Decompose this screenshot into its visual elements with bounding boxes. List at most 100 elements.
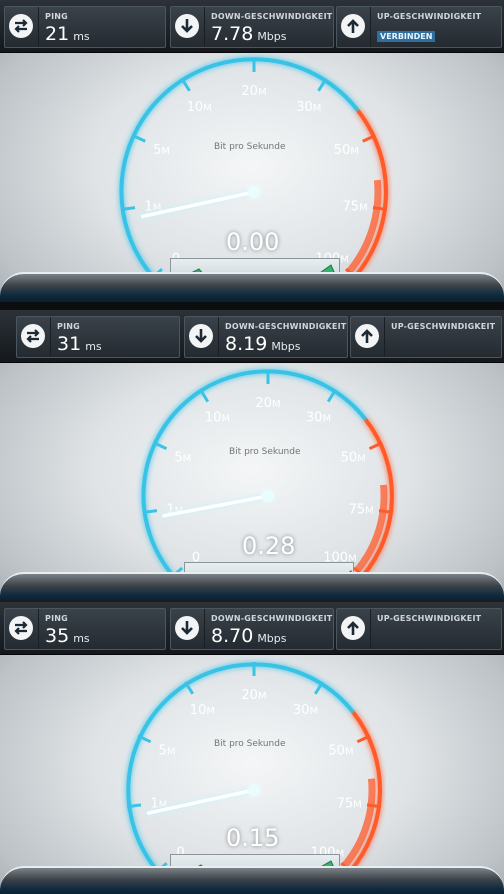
upload-arrow-icon <box>341 616 365 640</box>
ping-unit: ms <box>73 30 90 43</box>
separator <box>370 7 371 47</box>
upload-box: UP-GESCHWINDIGKEIT VERBINDEN <box>336 6 502 48</box>
gauge-subtitle: Bit pro Sekunde <box>214 142 286 152</box>
gauge-tick <box>378 509 394 514</box>
separator <box>218 317 219 357</box>
separator <box>204 609 205 649</box>
ping-value: 35 ms <box>45 625 90 647</box>
ping-value: 21 ms <box>45 23 90 45</box>
ping-box: PING 21 ms <box>4 6 166 48</box>
gauge-arc-band <box>354 484 388 573</box>
speedtest-panel: PING 35 ms DOWN-GESCHWINDIGKEIT 8.70 Mbps … <box>0 602 504 894</box>
gauge-scale-label: 50M <box>341 450 366 465</box>
download-unit: Mbps <box>271 340 301 353</box>
download-arrow-icon <box>189 324 213 348</box>
download-box: DOWN-GESCHWINDIGKEIT 8.19 Mbps <box>184 316 348 358</box>
gauge-base <box>0 572 504 600</box>
gauge-scale-label: 20M <box>255 396 280 411</box>
separator <box>384 317 385 357</box>
gauge-tick <box>366 803 382 809</box>
upload-label: UP-GESCHWINDIGKEIT <box>377 12 482 21</box>
gauge-scale-label: 30M <box>296 100 321 115</box>
download-arrow-icon <box>175 14 199 38</box>
download-label: DOWN-GESCHWINDIGKEIT <box>225 322 347 331</box>
gauge-tick <box>126 803 142 809</box>
speedtest-panel: PING 21 ms DOWN-GESCHWINDIGKEIT 7.78 Mbps … <box>0 0 504 302</box>
ping-label: PING <box>45 12 68 21</box>
speed-reading: 0.15 <box>226 824 280 852</box>
upload-arrow-icon <box>341 14 365 38</box>
speedtest-panel: PING 31 ms DOWN-GESCHWINDIGKEIT 8.19 Mbps … <box>0 310 504 600</box>
gauge-scale-label: 50M <box>328 743 353 758</box>
separator <box>204 7 205 47</box>
ping-arrows-icon <box>21 324 45 348</box>
ping-number: 35 <box>45 625 70 647</box>
gauge-tick <box>199 388 210 403</box>
download-number: 8.70 <box>211 625 254 647</box>
download-box: DOWN-GESCHWINDIGKEIT 7.78 Mbps <box>170 6 334 48</box>
download-value: 7.78 Mbps <box>211 23 287 45</box>
upload-label: UP-GESCHWINDIGKEIT <box>391 322 496 331</box>
connect-button[interactable]: VERBINDEN <box>377 31 436 42</box>
gauge-scale-label: 5M <box>153 143 170 158</box>
ping-unit: ms <box>85 340 102 353</box>
ping-value: 31 ms <box>57 333 102 355</box>
gauge-scale-label: 10M <box>187 100 212 115</box>
download-label: DOWN-GESCHWINDIGKEIT <box>211 12 333 21</box>
gauge-scale-label: 10M <box>190 703 215 718</box>
gauge-tick <box>142 509 158 514</box>
download-value: 8.19 Mbps <box>225 333 301 355</box>
download-value: 8.70 Mbps <box>211 625 287 647</box>
gauge-scale-label: 30M <box>306 411 331 426</box>
gauge-base <box>0 866 504 894</box>
upload-box: UP-GESCHWINDIGKEIT <box>336 608 502 650</box>
download-number: 7.78 <box>211 23 254 45</box>
gauge-scale-label: 5M <box>174 450 191 465</box>
gauge-arc-band <box>346 179 382 274</box>
stats-bar: PING 35 ms DOWN-GESCHWINDIGKEIT 8.70 Mbps … <box>0 602 504 655</box>
download-label: DOWN-GESCHWINDIGKEIT <box>211 614 333 623</box>
gauge-tick <box>120 206 136 211</box>
separator <box>38 7 39 47</box>
download-unit: Mbps <box>257 632 287 645</box>
download-number: 8.19 <box>225 333 268 355</box>
download-unit: Mbps <box>257 30 287 43</box>
gauge-hub <box>262 490 274 502</box>
gauge-scale-label: 75M <box>337 797 362 812</box>
ping-box: PING 31 ms <box>16 316 180 358</box>
ping-number: 21 <box>45 23 70 45</box>
speed-reading: 0.28 <box>242 532 296 560</box>
download-box: DOWN-GESCHWINDIGKEIT 8.70 Mbps <box>170 608 334 650</box>
gauge-base <box>0 272 504 302</box>
ping-box: PING 35 ms <box>4 608 166 650</box>
stats-bar: PING 21 ms DOWN-GESCHWINDIGKEIT 7.78 Mbps … <box>0 0 504 53</box>
upload-arrow-icon <box>355 324 379 348</box>
gauge-subtitle: Bit pro Sekunde <box>214 739 286 749</box>
gauge-tick <box>180 78 191 92</box>
ping-label: PING <box>45 614 68 623</box>
gauge-scale-label: 75M <box>349 502 374 517</box>
gauge-tick <box>372 206 388 211</box>
ping-arrows-icon <box>9 14 33 38</box>
speed-reading: 0.00 <box>226 228 280 256</box>
gauge-scale-label: 50M <box>334 143 359 158</box>
separator <box>50 317 51 357</box>
ping-number: 31 <box>57 333 82 355</box>
ping-unit: ms <box>73 632 90 645</box>
gauge-arc-band <box>341 778 376 869</box>
gauge-scale-label: 75M <box>343 199 368 214</box>
gauge-scale-label: 30M <box>293 703 318 718</box>
gauge-scale-label: 10M <box>205 411 230 426</box>
ping-label: PING <box>57 322 80 331</box>
download-arrow-icon <box>175 616 199 640</box>
gauge-subtitle: Bit pro Sekunde <box>229 447 301 457</box>
gauge-scale-label: 5M <box>159 743 176 758</box>
panel-divider <box>0 302 504 310</box>
separator <box>38 609 39 649</box>
gauge-scale-label: 20M <box>241 688 266 703</box>
upload-label: UP-GESCHWINDIGKEIT <box>377 614 482 623</box>
separator <box>370 609 371 649</box>
gauge-hub <box>248 784 260 796</box>
stats-bar: PING 31 ms DOWN-GESCHWINDIGKEIT 8.19 Mbps … <box>0 310 504 363</box>
gauge-scale-label: 20M <box>241 84 266 99</box>
